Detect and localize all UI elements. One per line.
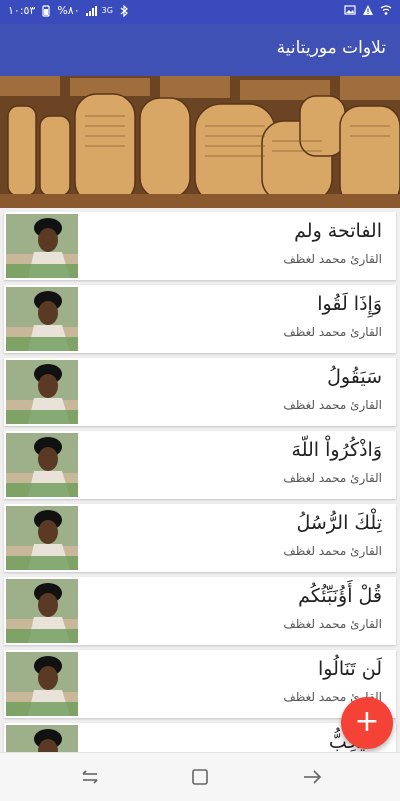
add-fab-button[interactable]: +: [341, 697, 393, 749]
list-item[interactable]: تِلْكَ الرُّسُلُ القارئ محمد لغظف: [4, 504, 396, 572]
reciter-thumbnail: [6, 433, 78, 497]
battery-percent: %٨٠: [57, 4, 80, 17]
status-bar: ١٠:٥٣ %٨٠ 3G: [0, 0, 400, 24]
list-item[interactable]: سَيَقُولُ القارئ محمد لغظف: [4, 358, 396, 426]
list-item[interactable]: الفاتحة ولم القارئ محمد لغظف: [4, 212, 396, 280]
list-item[interactable]: وَإِذَا لَقُوا القارئ محمد لغظف: [4, 285, 396, 353]
battery-icon: [42, 4, 50, 17]
app-title: تلاوات موريتانية: [276, 38, 386, 58]
back-icon[interactable]: [300, 765, 324, 789]
recitation-reciter: القارئ محمد لغظف: [283, 325, 382, 339]
reciter-thumbnail: [6, 360, 78, 424]
reciter-thumbnail: [6, 725, 78, 752]
status-right: [344, 4, 392, 16]
warning-icon: [363, 5, 373, 15]
recitation-title: وَإِذَا لَقُوا: [317, 293, 382, 315]
status-left: ١٠:٥٣ %٨٠ 3G: [8, 4, 130, 17]
recitation-title: قُلْ أَؤُنَبِّئُكُم: [298, 585, 382, 607]
wifi-icon: [380, 5, 392, 15]
recitation-reciter: القارئ محمد لغظف: [283, 471, 382, 485]
reciter-thumbnail: [6, 652, 78, 716]
recitation-reciter: القارئ محمد لغظف: [283, 544, 382, 558]
list-item[interactable]: وَاذْكُرُواْ اللّهَ القارئ محمد لغظف: [4, 431, 396, 499]
list-item[interactable]: قُلْ أَؤُنَبِّئُكُم القارئ محمد لغظف: [4, 577, 396, 645]
reciter-thumbnail: [6, 506, 78, 570]
reciter-thumbnail: [6, 214, 78, 278]
recitation-title: تِلْكَ الرُّسُلُ: [296, 512, 383, 534]
recitation-reciter: القارئ محمد لغظف: [283, 252, 382, 266]
recitation-reciter: القارئ محمد لغظف: [283, 398, 382, 412]
system-nav-bar: [0, 752, 400, 801]
recitation-title: لَن تَنَالُوا: [318, 658, 382, 680]
manuscript-tablets-illustration: [0, 76, 400, 208]
list-item[interactable]: لَا يُحِبُّ: [4, 723, 396, 752]
recitation-reciter: القارئ محمد لغظف: [283, 617, 382, 631]
reciter-thumbnail: [6, 287, 78, 351]
recitation-list[interactable]: الفاتحة ولم القارئ محمد لغظف وَإِذَا لَق…: [0, 212, 400, 752]
list-item[interactable]: لَن تَنَالُوا القارئ محمد لغظف: [4, 650, 396, 718]
app-bar: تلاوات موريتانية: [0, 24, 400, 76]
recitation-title: سَيَقُولُ: [327, 366, 382, 388]
signal-icon: [85, 5, 97, 16]
recents-icon[interactable]: [78, 765, 102, 789]
plus-icon: +: [354, 704, 380, 739]
bluetooth-icon: [120, 4, 128, 17]
reciter-thumbnail: [6, 579, 78, 643]
status-time: ١٠:٥٣: [8, 4, 36, 17]
header-image: [0, 76, 400, 208]
recitation-title: وَاذْكُرُواْ اللّهَ: [291, 439, 382, 461]
network-type: 3G: [101, 6, 113, 15]
home-icon[interactable]: [188, 765, 212, 789]
recitation-title: الفاتحة ولم: [294, 220, 382, 242]
image-notification-icon: [344, 5, 356, 15]
